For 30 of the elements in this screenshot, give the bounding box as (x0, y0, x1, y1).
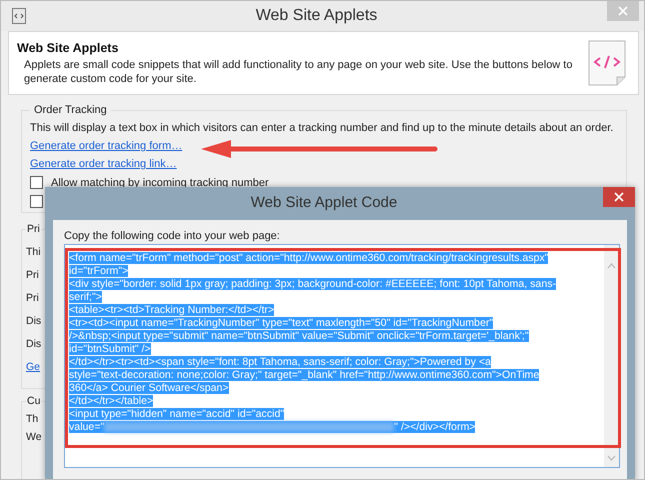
checkbox[interactable] (30, 176, 43, 189)
window-title: Web Site Applets (254, 7, 378, 25)
code-document-icon (588, 40, 626, 86)
generate-link[interactable]: Ge (26, 361, 40, 373)
generate-link[interactable]: Generate order tracking link… (30, 158, 618, 170)
option-label: Pri (26, 292, 39, 304)
instruction-text: Copy the following code into your web page: (64, 230, 281, 242)
option-label: Dis (26, 338, 42, 350)
group-description: Th (26, 413, 38, 425)
scroll-up-icon (607, 263, 616, 269)
option-label: Dis (26, 315, 42, 327)
scroll-down-icon (607, 455, 616, 461)
dialog-title: Web Site Applet Code (250, 193, 398, 213)
generate-link[interactable]: Generate order tracking form… (30, 140, 618, 152)
option-label: Pri (26, 269, 39, 281)
header-title: Web Site Applets (17, 40, 120, 54)
group-description: We (26, 431, 42, 443)
checkbox-label: Allow matching by incoming tracking number (51, 176, 269, 188)
code-document-icon (12, 8, 26, 24)
group-title: Pri (26, 223, 41, 235)
close-icon (618, 6, 628, 16)
header-description: Applets are small code snippets that will add functionality to any page on your web site. Use the buttons below to generate custom code for your site. (24, 58, 574, 86)
close-icon (614, 192, 624, 202)
checkbox[interactable] (30, 195, 43, 208)
option-label: Thi (26, 246, 41, 258)
group-title: Order Tracking (33, 104, 108, 116)
group-title: Cu (26, 395, 42, 407)
close-button[interactable] (603, 187, 635, 207)
scrollbar[interactable] (604, 245, 619, 467)
group-description: This will display a text box in which visitors can enter a tracking number and find up to the minute details about an order. (30, 122, 614, 134)
